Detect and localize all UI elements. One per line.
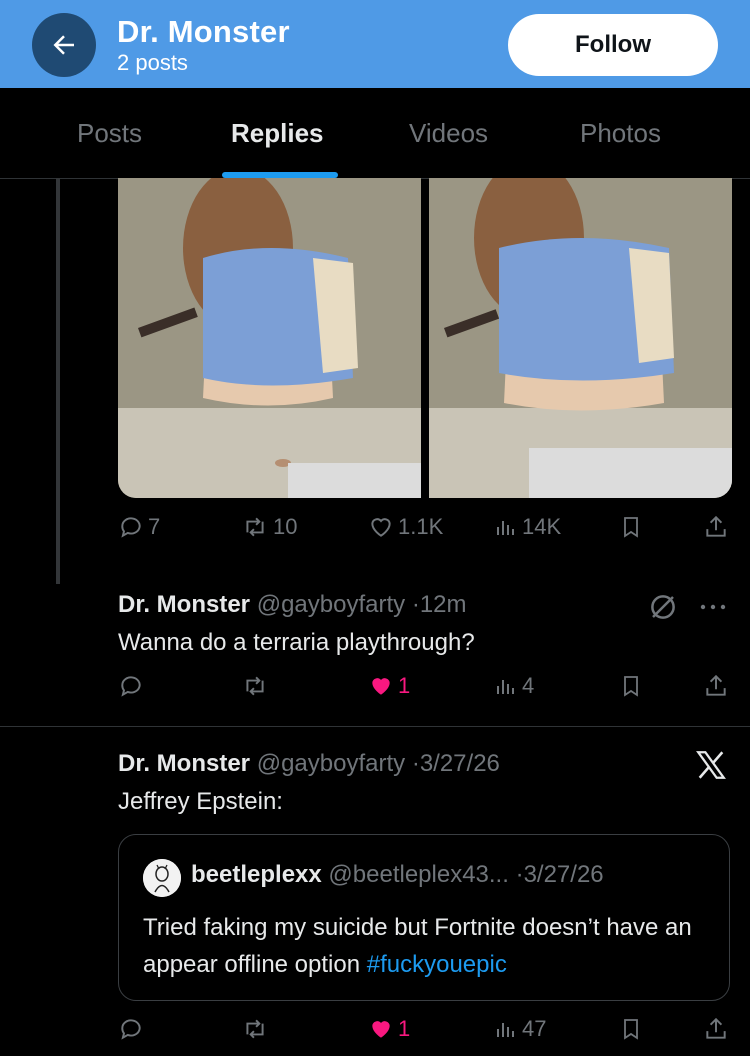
reply-icon <box>121 676 141 697</box>
quote-header: beetleplexx @beetleplex43... ·3/27/26 <box>191 861 604 889</box>
profile-name: Dr. Monster <box>117 14 290 49</box>
quote-author-handle[interactable]: @beetleplex43... <box>328 861 508 888</box>
bookmark-icon <box>624 676 638 697</box>
tab-posts[interactable]: Posts <box>77 118 142 149</box>
post-text: Jeffrey Epstein: <box>118 788 283 815</box>
heart-filled-icon <box>372 678 390 695</box>
post-time[interactable]: 3/27/26 <box>420 750 500 777</box>
share-button[interactable] <box>703 1016 729 1042</box>
repost-icon <box>246 1019 264 1039</box>
reply-icon <box>121 517 141 538</box>
share-button[interactable] <box>703 673 729 699</box>
like-count: 1.1K <box>398 514 444 539</box>
tab-photos[interactable]: Photos <box>580 118 661 149</box>
separator-dot: · <box>411 591 420 618</box>
reply-button[interactable] <box>118 1016 144 1042</box>
tab-videos[interactable]: Videos <box>409 118 488 149</box>
views-button[interactable]: 4 <box>494 673 534 699</box>
repost-icon <box>246 517 264 537</box>
post-author-handle[interactable]: @gayboyfarty <box>257 591 405 618</box>
repost-icon <box>246 676 264 696</box>
post3-header: Dr. Monster @gayboyfarty ·3/27/26 <box>118 750 500 778</box>
post-author-name[interactable]: Dr. Monster <box>118 750 250 777</box>
repost-button[interactable] <box>241 1016 269 1042</box>
view-count: 4 <box>522 673 535 698</box>
bookmark-button[interactable] <box>619 1016 643 1042</box>
reply-count: 7 <box>148 514 161 539</box>
repost-button[interactable] <box>241 673 269 699</box>
more-options-icon[interactable] <box>698 596 728 618</box>
repost-count: 10 <box>273 514 298 539</box>
view-count: 14K <box>522 514 562 539</box>
post-time[interactable]: 12m <box>420 591 467 618</box>
tab-replies[interactable]: Replies <box>231 118 324 149</box>
bookmark-button[interactable] <box>619 514 643 540</box>
post-count: 2 posts <box>117 50 188 75</box>
arrow-left-icon <box>53 35 74 55</box>
quote-author-name[interactable]: beetleplexx <box>191 861 322 888</box>
x-logo-icon[interactable] <box>694 748 728 782</box>
share-icon <box>706 1017 726 1039</box>
heart-filled-icon <box>372 1021 390 1038</box>
separator-dot: · <box>515 861 524 888</box>
like-count: 1 <box>398 673 411 698</box>
post-author-handle[interactable]: @gayboyfarty <box>257 750 405 777</box>
like-button[interactable]: 1 <box>368 1016 410 1042</box>
hashtag-link[interactable]: #fuckyouepic <box>367 951 507 978</box>
reply-button[interactable]: 7 <box>118 514 160 540</box>
heart-icon <box>371 518 391 537</box>
profile-header: Dr. Monster 2 posts Follow <box>0 0 750 88</box>
blocked-icon[interactable] <box>648 592 678 622</box>
like-button[interactable]: 1 <box>368 673 410 699</box>
views-icon <box>497 521 514 535</box>
post-divider <box>0 726 750 727</box>
post1-actions: 7 10 1.1K 14K <box>0 514 750 554</box>
profile-tabs: Posts Replies Videos Photos <box>0 88 750 179</box>
views-button[interactable]: 47 <box>494 1016 546 1042</box>
bookmark-icon <box>624 1019 638 1040</box>
post3-actions: 1 47 <box>0 1016 750 1056</box>
avatar[interactable] <box>143 859 181 897</box>
bookmark-icon <box>624 517 638 538</box>
bookmark-button[interactable] <box>619 673 643 699</box>
media-image-2[interactable] <box>429 178 732 498</box>
share-button[interactable] <box>703 514 729 540</box>
like-button[interactable]: 1.1K <box>368 514 443 540</box>
quote-time[interactable]: 3/27/26 <box>524 861 604 888</box>
quoted-post[interactable]: beetleplexx @beetleplex43... ·3/27/26 Tr… <box>118 834 730 1001</box>
reply-icon <box>121 1019 141 1040</box>
like-count: 1 <box>398 1016 411 1041</box>
share-icon <box>706 674 726 696</box>
share-icon <box>706 515 726 537</box>
follow-button[interactable]: Follow <box>508 14 718 76</box>
back-button[interactable] <box>32 13 96 77</box>
views-button[interactable]: 14K <box>494 514 561 540</box>
reply-button[interactable] <box>118 673 144 699</box>
views-icon <box>497 1023 514 1037</box>
separator-dot: · <box>411 750 420 777</box>
post-author-name[interactable]: Dr. Monster <box>118 591 250 618</box>
views-icon <box>497 680 514 694</box>
post2-header: Dr. Monster @gayboyfarty ·12m <box>118 591 467 619</box>
repost-button[interactable]: 10 <box>241 514 297 540</box>
view-count: 47 <box>522 1016 547 1041</box>
post2-actions: 1 4 <box>0 673 750 713</box>
quote-text: Tried faking my suicide but Fortnite doe… <box>143 909 718 983</box>
post-text: Wanna do a terraria playthrough? <box>118 629 475 656</box>
media-image-1[interactable] <box>118 178 421 498</box>
